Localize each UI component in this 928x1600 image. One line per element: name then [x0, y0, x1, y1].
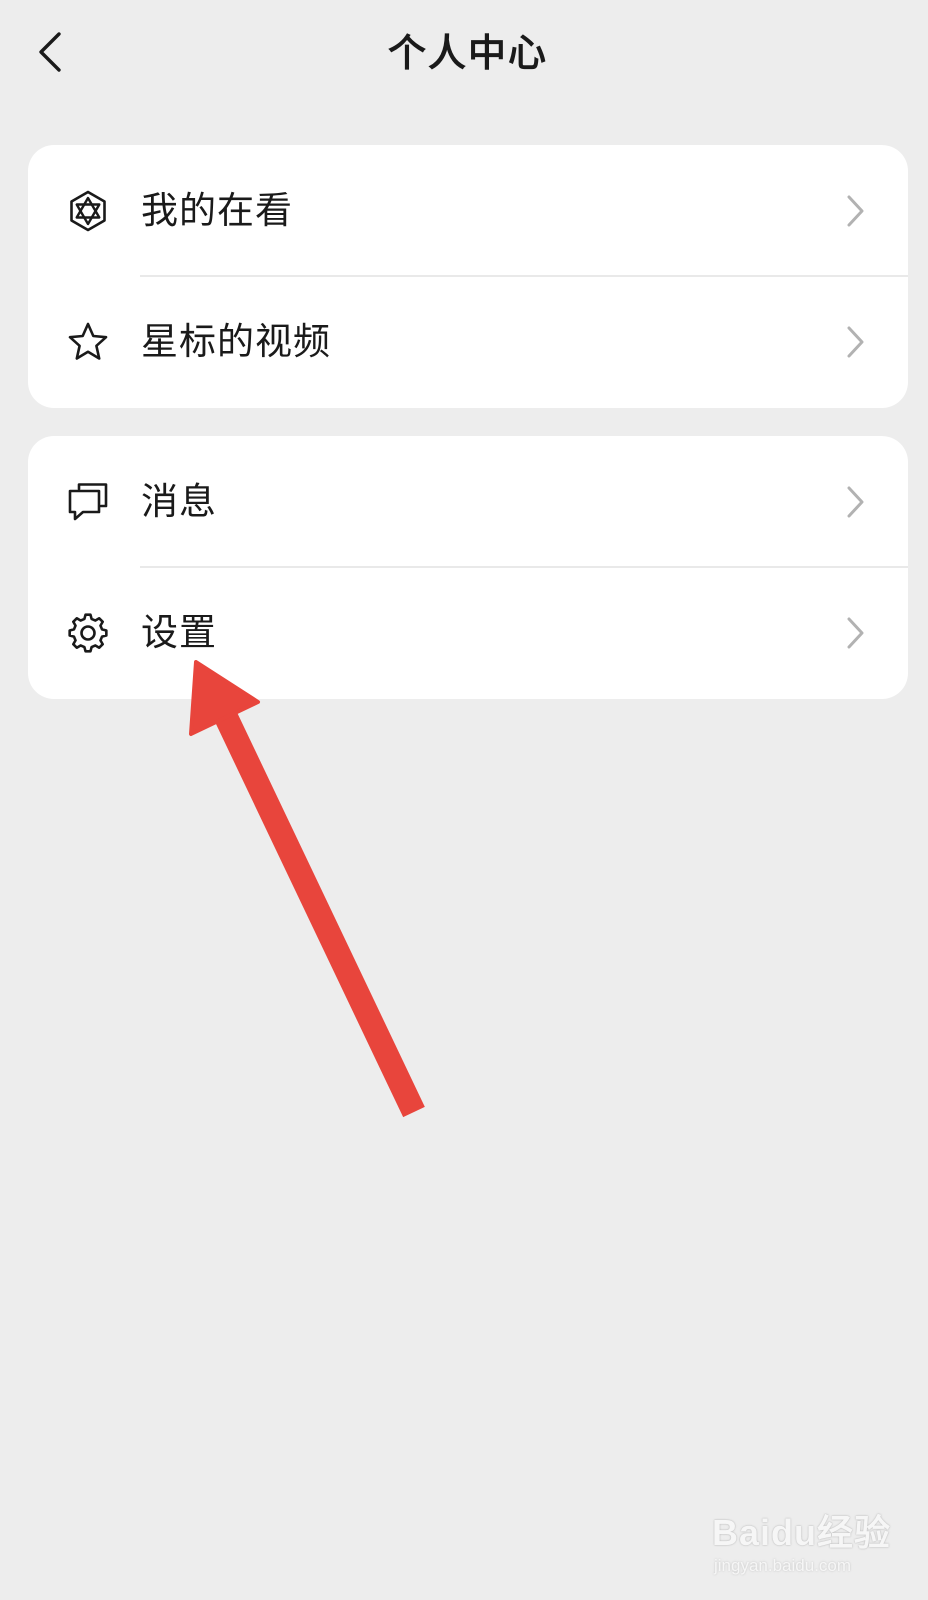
chevron-right-icon: [842, 484, 868, 520]
chevron-right-icon: [842, 193, 868, 229]
page-title: 个人中心: [387, 31, 548, 75]
star-icon: [66, 320, 110, 364]
watermark: Baidu经验 jingyan.baidu.com: [712, 1496, 892, 1586]
menu-group-2: 消息 设置: [28, 436, 908, 699]
menu-item-settings[interactable]: 设置: [28, 567, 908, 698]
hexagon-star-icon: [66, 189, 110, 233]
chevron-right-icon: [842, 615, 868, 651]
watermark-url: jingyan.baidu.com: [714, 1556, 852, 1575]
menu-item-messages[interactable]: 消息: [28, 436, 908, 567]
chat-bubbles-icon: [66, 480, 110, 524]
watermark-brand: Baidu经验: [712, 1512, 892, 1553]
menu-item-label: 消息: [141, 480, 217, 523]
header: 个人中心: [0, 0, 928, 110]
menu-item-label: 设置: [141, 611, 217, 654]
menu-item-starred-videos[interactable]: 星标的视频: [28, 276, 908, 407]
menu-group-1: 我的在看 星标的视频: [28, 145, 908, 408]
chevron-right-icon: [842, 324, 868, 360]
menu-item-label: 星标的视频: [141, 320, 331, 363]
menu-item-label: 我的在看: [141, 189, 293, 232]
gear-icon: [66, 611, 110, 655]
menu-item-my-watching[interactable]: 我的在看: [28, 145, 908, 276]
